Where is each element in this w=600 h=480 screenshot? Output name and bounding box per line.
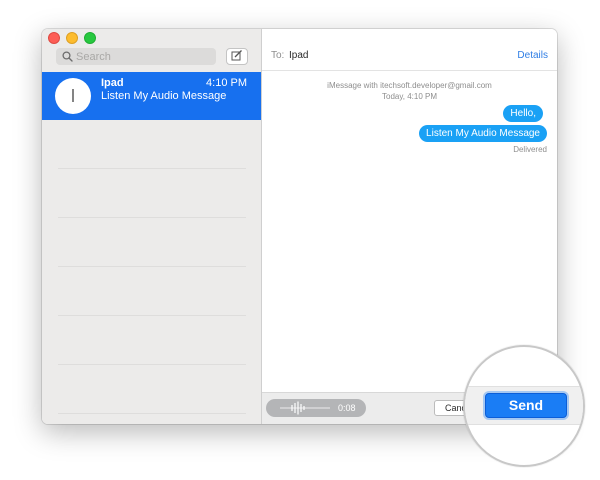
search-field[interactable]: Search: [56, 48, 216, 65]
service-line: iMessage with itechsoft.developer@gmail.…: [327, 81, 492, 90]
list-divider: [58, 364, 246, 365]
conversation-item-ipad[interactable]: I Ipad 4:10 PM Listen My Audio Message: [42, 72, 261, 120]
sidebar: Search I Ipad 4:10 PM Listen My Audio Me…: [42, 29, 262, 424]
audio-duration: 0:08: [338, 403, 356, 413]
date-line: Today, 4:10 PM: [382, 92, 437, 101]
list-divider: [58, 168, 246, 169]
to-label: To:: [271, 50, 285, 61]
compose-button[interactable]: [226, 48, 248, 65]
zoom-callout: Send: [463, 345, 585, 467]
avatar: I: [55, 78, 91, 114]
list-divider: [58, 217, 246, 218]
search-input[interactable]: Search: [76, 51, 111, 63]
zoomed-compose-bar: Send: [465, 386, 583, 425]
list-divider: [58, 266, 246, 267]
conversation-time: 4:10 PM: [206, 77, 247, 89]
window-controls: [48, 32, 96, 44]
delivery-status: Delivered: [513, 145, 547, 154]
zoom-window-button[interactable]: [84, 32, 96, 44]
search-icon: [60, 50, 74, 64]
avatar-initial: I: [70, 85, 76, 106]
message-bubble[interactable]: Hello,: [503, 105, 543, 122]
send-button[interactable]: Send: [485, 393, 567, 418]
minimize-window-button[interactable]: [66, 32, 78, 44]
thread-header: iMessage with itechsoft.developer@gmail.…: [262, 80, 557, 102]
conversation-preview: Listen My Audio Message: [101, 90, 227, 102]
list-divider: [58, 413, 246, 414]
audio-message-preview[interactable]: 0:08: [266, 399, 366, 417]
list-divider: [58, 315, 246, 316]
message-bubble[interactable]: Listen My Audio Message: [419, 125, 547, 142]
recipient-bar: To: Ipad Details: [262, 42, 557, 71]
compose-icon: [231, 48, 243, 66]
details-link[interactable]: Details: [517, 50, 548, 61]
close-window-button[interactable]: [48, 32, 60, 44]
conversation-name: Ipad: [101, 77, 124, 89]
recipient-field[interactable]: Ipad: [289, 50, 308, 61]
audio-waveform-icon: [280, 401, 330, 415]
